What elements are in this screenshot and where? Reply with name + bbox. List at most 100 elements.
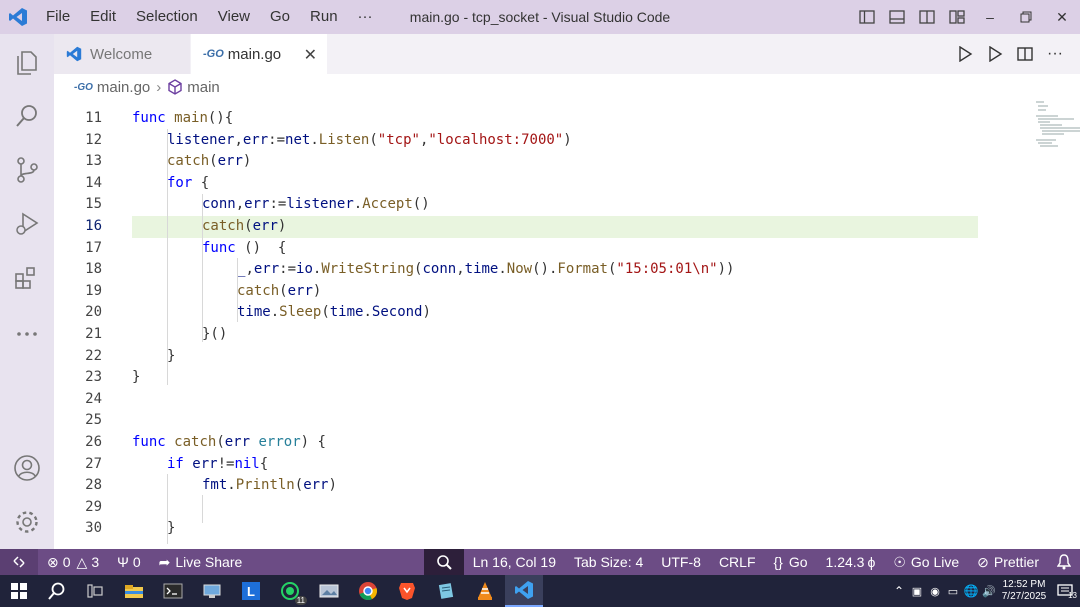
windows-start-icon[interactable] (0, 575, 38, 607)
code-line[interactable]: 23} (54, 367, 1080, 389)
code-token: err (303, 477, 329, 494)
encoding[interactable]: UTF-8 (652, 549, 710, 575)
notepad-icon[interactable] (427, 575, 465, 607)
run-code-icon[interactable] (980, 34, 1010, 74)
go-live-button[interactable]: ☉ Go Live (884, 549, 968, 575)
menu-go[interactable]: Go (260, 0, 300, 34)
notification-center-icon[interactable]: 13 (1050, 575, 1080, 607)
code-line[interactable]: 28 fmt.Println(err) (54, 475, 1080, 497)
line-number: 25 (85, 412, 102, 429)
code-line[interactable]: 26 func catch(err error) { (54, 432, 1080, 454)
code-line[interactable]: 14 for { (54, 173, 1080, 195)
tab-size[interactable]: Tab Size: 4 (565, 549, 652, 575)
code-line[interactable]: 30} (54, 518, 1080, 540)
chrome-icon[interactable] (349, 575, 387, 607)
ports-indicator[interactable]: Ψ 0 (108, 549, 150, 575)
menu-more[interactable]: ··· (348, 0, 383, 34)
code-text: }() (202, 324, 227, 346)
close-window-icon[interactable]: ✕ (1044, 0, 1080, 34)
chevron-up-icon[interactable]: ⌃ (890, 584, 908, 598)
code-line[interactable]: 16 catch(err) (54, 216, 1080, 238)
source-control-icon[interactable] (0, 146, 54, 194)
extensions-icon[interactable] (0, 254, 54, 302)
prettier-button[interactable]: ⊘ Prettier (968, 549, 1048, 575)
settings-gear-icon[interactable] (0, 498, 54, 546)
vscode-taskbar-icon[interactable] (505, 575, 543, 607)
breadcrumb-symbol[interactable]: main (187, 79, 220, 96)
code-line[interactable]: 29 (54, 497, 1080, 519)
code-line[interactable]: 21}() (54, 324, 1080, 346)
split-editor-icon[interactable] (1010, 34, 1040, 74)
zoom-icon[interactable] (423, 549, 464, 575)
code-line[interactable]: 17 func () { (54, 238, 1080, 260)
breadcrumb-file[interactable]: main.go (97, 79, 150, 96)
toggle-secondary-sidebar-icon[interactable] (912, 0, 942, 34)
language-mode[interactable]: {} Go (765, 549, 817, 575)
menu-run[interactable]: Run (300, 0, 348, 34)
battery-icon[interactable]: ▭ (944, 585, 962, 598)
code-line[interactable]: 25 (54, 410, 1080, 432)
problems-indicator[interactable]: ⊗ 0 △ 3 (38, 549, 108, 575)
menu-file[interactable]: File (36, 0, 80, 34)
code-line[interactable]: 12 listener,err:=net.Listen("tcp","localh… (54, 130, 1080, 152)
code-line[interactable]: 15 conn,err:=listener.Accept() (54, 194, 1080, 216)
live-share-button[interactable]: ➦ Live Share (150, 549, 252, 575)
whatsapp-icon[interactable]: 11 (271, 575, 309, 607)
code-line[interactable]: 11 func main(){ (54, 108, 1080, 130)
task-view-icon[interactable] (76, 575, 114, 607)
error-icon: ⊗ (47, 553, 59, 570)
tab-main-go[interactable]: -GO main.go ✕ (191, 34, 327, 74)
language-globe-icon[interactable]: 🌐 (962, 584, 980, 598)
notifications-bell-icon[interactable] (1048, 549, 1080, 575)
brave-icon[interactable] (388, 575, 426, 607)
editor-tabs: Welcome -GO main.go ✕ ··· (54, 34, 1080, 74)
line-number: 16 (85, 218, 102, 234)
explorer-icon[interactable] (0, 38, 54, 86)
more-views-icon[interactable] (0, 310, 54, 358)
menu-view[interactable]: View (208, 0, 260, 34)
line-ending[interactable]: CRLF (710, 549, 765, 575)
network-icon[interactable]: ▣ (908, 585, 926, 598)
run-file-icon[interactable] (950, 34, 980, 74)
customize-layout-icon[interactable] (942, 0, 972, 34)
remote-icon[interactable] (0, 549, 38, 575)
toggle-panel-icon[interactable] (882, 0, 912, 34)
more-actions-icon[interactable]: ··· (1040, 34, 1070, 74)
toggle-primary-sidebar-icon[interactable] (852, 0, 882, 34)
menu-bar: File Edit Selection View Go Run ··· (36, 0, 383, 34)
terminal-icon[interactable] (154, 575, 192, 607)
code-line[interactable]: 13 catch(err) (54, 151, 1080, 173)
run-debug-icon[interactable] (0, 200, 54, 248)
clock[interactable]: 12:52 PM 7/27/2025 (998, 579, 1050, 603)
go-version[interactable]: 1.24.3 ϕ (817, 549, 885, 575)
volume-icon[interactable]: 🔊 (980, 585, 998, 598)
minimize-icon[interactable]: – (972, 0, 1008, 34)
tab-welcome[interactable]: Welcome (54, 34, 190, 74)
code-line[interactable]: 20 time.Sleep(time.Second) (54, 302, 1080, 324)
code-line[interactable]: 18 _,err:=io.WriteString(conn,time.Now().… (54, 259, 1080, 281)
menu-edit[interactable]: Edit (80, 0, 126, 34)
minimap[interactable] (1034, 100, 1080, 160)
restore-icon[interactable] (1008, 0, 1044, 34)
code-line[interactable]: 22} (54, 346, 1080, 368)
code-line[interactable]: 24 (54, 389, 1080, 411)
photos-icon[interactable] (310, 575, 348, 607)
code-line[interactable]: 27 if err!=nil{ (54, 454, 1080, 476)
vscode-logo-icon (0, 0, 36, 34)
line-number: 28 (85, 477, 102, 494)
code-line[interactable]: 19 catch(err) (54, 281, 1080, 303)
meet-now-icon[interactable]: ◉ (926, 585, 944, 598)
close-tab-icon[interactable]: ✕ (304, 45, 317, 65)
code-token: , (456, 261, 465, 278)
app-l-icon[interactable]: L (232, 575, 270, 607)
code-editor[interactable]: 11 func main(){12 listener,err:=net.Listen… (54, 100, 1080, 549)
remote-desktop-icon[interactable] (193, 575, 231, 607)
menu-selection[interactable]: Selection (126, 0, 208, 34)
search-icon[interactable] (0, 92, 54, 140)
cursor-position[interactable]: Ln 16, Col 19 (464, 549, 565, 575)
file-explorer-icon[interactable] (115, 575, 153, 607)
vlc-icon[interactable] (466, 575, 504, 607)
accounts-icon[interactable] (0, 444, 54, 492)
code-text: } (167, 346, 175, 368)
search-taskbar-icon[interactable] (38, 575, 76, 607)
